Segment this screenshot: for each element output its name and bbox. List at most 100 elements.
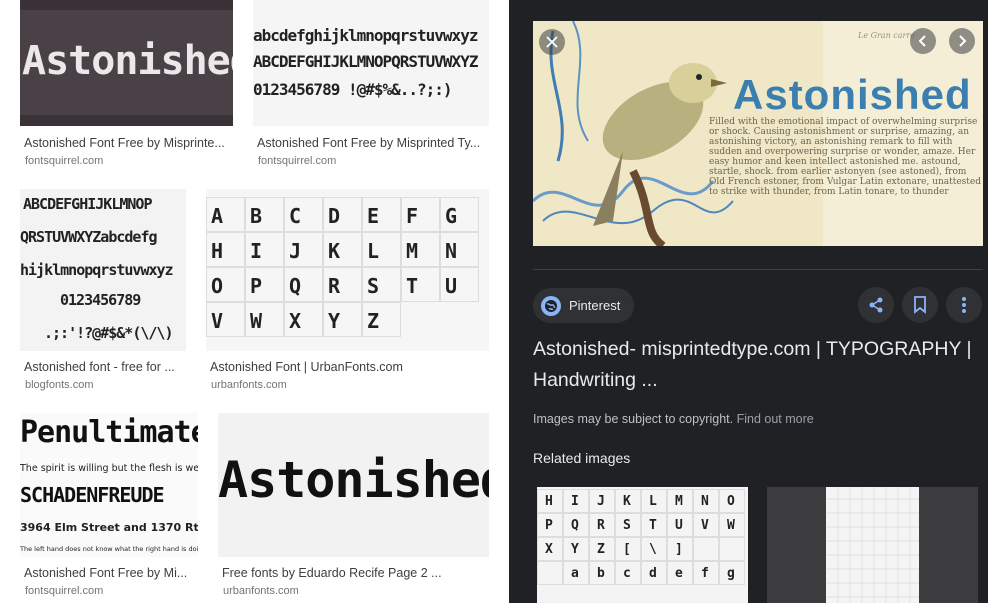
grid-letter: W	[245, 302, 284, 337]
related-letter: S	[615, 513, 641, 537]
grid-letter: L	[362, 232, 401, 267]
grid-letter: E	[362, 197, 401, 232]
result-thumbnail[interactable]: ABCDEFG HIJKLMN OPQRSTU VWXYZ	[206, 189, 489, 351]
result-thumbnail[interactable]: Astonished	[218, 413, 489, 557]
result-card[interactable]: ABCDEFGHIJKLMNOP QRSTUVWXYZabcdefg hijkl…	[20, 189, 186, 397]
thumbnail-line: 3964 Elm Street and 1370 Rt. 21	[20, 521, 198, 534]
thumbnail-line: The left hand does not know what the rig…	[20, 545, 198, 553]
related-letter: T	[641, 513, 667, 537]
chevron-right-icon[interactable]	[949, 28, 975, 54]
result-source: fontsquirrel.com	[25, 585, 104, 597]
grid-letter: G	[440, 197, 479, 232]
grid-lines	[826, 487, 919, 603]
result-source: blogfonts.com	[25, 379, 94, 391]
related-thumbnail	[826, 487, 919, 603]
source-chip[interactable]: Pinterest	[533, 288, 635, 323]
result-caption[interactable]: Astonished font - free for ...	[24, 360, 184, 374]
related-letter: M	[667, 489, 693, 513]
grid-letter: H	[206, 232, 245, 267]
related-letter: g	[719, 561, 745, 585]
related-letter: W	[719, 513, 745, 537]
result-source: fontsquirrel.com	[25, 155, 104, 167]
grid-letter: V	[206, 302, 245, 337]
preview-panel: Le Gran carre Astonished Filled with the…	[509, 0, 988, 603]
grid-letter: J	[284, 232, 323, 267]
grid-letter: U	[440, 267, 479, 302]
find-out-more-link[interactable]: Find out more	[737, 412, 814, 426]
result-thumbnail[interactable]: abcdefghijklmnopqrstuvwxyz ABCDEFGHIJKLM…	[253, 0, 489, 126]
result-caption[interactable]: Astonished Font Free by Misprinte...	[24, 136, 232, 150]
more-options-button[interactable]	[946, 287, 982, 323]
copyright-notice: Images may be subject to copyright. Find…	[533, 412, 814, 426]
result-card[interactable]: abcdefghijklmnopqrstuvwxyz ABCDEFGHIJKLM…	[253, 0, 489, 170]
grid-letter: A	[206, 197, 245, 232]
related-letter: J	[589, 489, 615, 513]
page-title-link[interactable]: Astonished- misprintedtype.com | TYPOGRA…	[533, 334, 983, 396]
related-letter: L	[641, 489, 667, 513]
hero-body-text: Filled with the emotional impact of over…	[709, 117, 982, 197]
thumbnail-line: .;:'!?@#$&*(\/\)	[44, 324, 173, 342]
related-letter	[719, 537, 745, 561]
grid-letter: R	[323, 267, 362, 302]
hero-corner-text: Le Gran carre	[858, 31, 915, 40]
result-card[interactable]: ABCDEFG HIJKLMN OPQRSTU VWXYZ Astonished Fo…	[206, 189, 489, 397]
result-caption[interactable]: Astonished Font | UrbanFonts.com	[210, 360, 480, 374]
result-thumbnail[interactable]: Astonished	[20, 0, 233, 126]
source-chip-label: Pinterest	[569, 298, 621, 313]
related-letter: e	[667, 561, 693, 585]
grid-letter: C	[284, 197, 323, 232]
thumbnail-line: abcdefghijklmnopqrstuvwxyz	[253, 26, 478, 45]
hero-title: Astonished	[733, 71, 972, 118]
thumbnail-line: ABCDEFGHIJKLMNOP	[23, 195, 152, 213]
grid-letter: B	[245, 197, 284, 232]
grid-letter: N	[440, 232, 479, 267]
grid-letter: P	[245, 267, 284, 302]
preview-image[interactable]: Le Gran carre Astonished Filled with the…	[533, 21, 983, 246]
thumbnail-line: Penultimate	[20, 415, 198, 450]
result-card[interactable]: Astonished Astonished Font Free by Mispr…	[20, 0, 233, 170]
grid-letter: D	[323, 197, 362, 232]
thumbnail-line: The spirit is willing but the flesh is w…	[20, 463, 198, 474]
related-images-heading: Related images	[533, 450, 631, 466]
grid-letter: O	[206, 267, 245, 302]
related-image[interactable]	[767, 487, 978, 603]
thumbnail-line: 0123456789	[60, 291, 141, 309]
share-icon	[869, 297, 883, 313]
bookmark-icon	[914, 296, 926, 314]
grid-letter: T	[401, 267, 440, 302]
result-card[interactable]: Penultimate The spirit is willing but th…	[20, 413, 198, 603]
related-letter: I	[563, 489, 589, 513]
share-button[interactable]	[858, 287, 894, 323]
related-letter: \	[641, 537, 667, 561]
thumbnail-line: QRSTUVWXYZabcdefg	[20, 228, 158, 246]
related-image[interactable]: H I J K L M N O P Q R S T U V W X Y Z[\] a b c d e f g	[537, 487, 748, 603]
result-source: urbanfonts.com	[223, 585, 299, 597]
result-source: urbanfonts.com	[211, 379, 287, 391]
letter-grid: ABCDEFG HIJKLMN OPQRSTU VWXYZ	[206, 197, 479, 339]
result-caption[interactable]: Astonished Font Free by Misprinted Ty...	[257, 136, 487, 150]
thumbnail-text: Astonished	[22, 38, 233, 84]
close-icon[interactable]	[539, 29, 565, 55]
result-thumbnail[interactable]: Penultimate The spirit is willing but th…	[20, 413, 198, 557]
thumbnail-line: 0123456789 !@#$%&..?;:)	[253, 80, 453, 99]
related-letter	[537, 561, 563, 585]
result-caption[interactable]: Free fonts by Eduardo Recife Page 2 ...	[222, 566, 487, 580]
related-letter: a	[563, 561, 589, 585]
result-thumbnail[interactable]: ABCDEFGHIJKLMNOP QRSTUVWXYZabcdefg hijkl…	[20, 189, 186, 351]
copyright-text: Images may be subject to copyright.	[533, 412, 734, 426]
globe-icon	[541, 295, 561, 316]
divider	[533, 269, 983, 270]
grid-letter: S	[362, 267, 401, 302]
related-letter: c	[615, 561, 641, 585]
related-letter: P	[537, 513, 563, 537]
related-letter: H	[537, 489, 563, 513]
related-letter: Q	[563, 513, 589, 537]
chevron-left-icon[interactable]	[910, 28, 936, 54]
thumbnail-line: ABCDEFGHIJKLMNOPQRSTUVWXYZ	[253, 52, 478, 71]
related-letter: N	[693, 489, 719, 513]
save-button[interactable]	[902, 287, 938, 323]
grid-letter: I	[245, 232, 284, 267]
related-letter: f	[693, 561, 719, 585]
result-caption[interactable]: Astonished Font Free by Mi...	[24, 566, 196, 580]
result-card[interactable]: Astonished Free fonts by Eduardo Recife …	[218, 413, 489, 603]
